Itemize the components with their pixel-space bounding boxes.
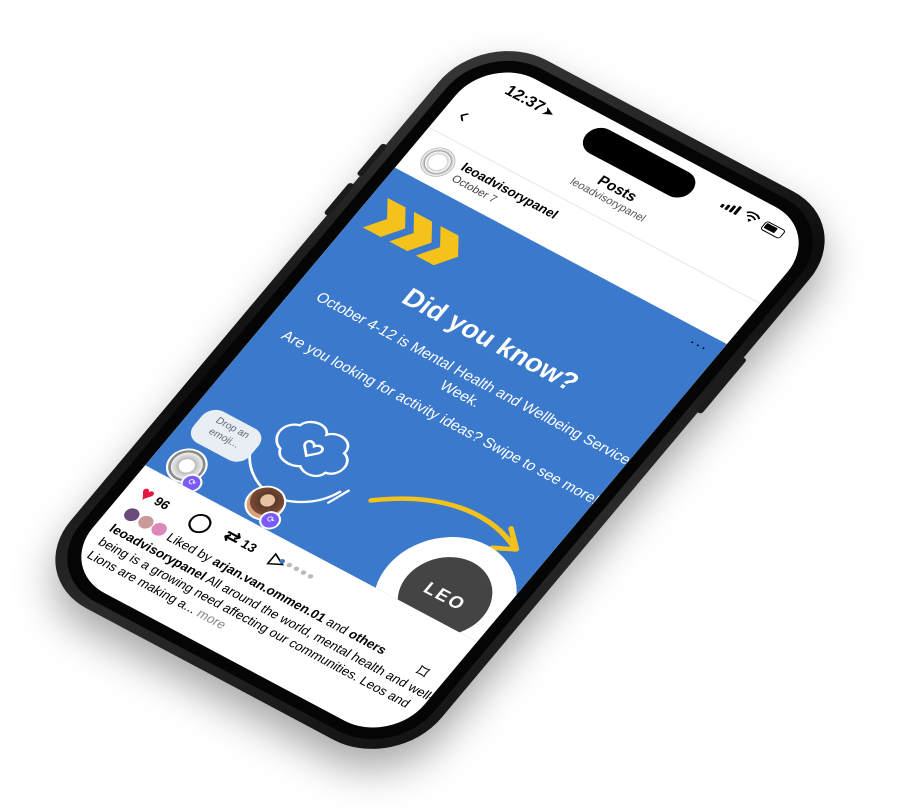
more-options-icon[interactable]: ··· <box>684 334 712 357</box>
status-time: 12:37➤ <box>500 83 559 122</box>
signal-icon <box>719 199 743 216</box>
repost-button[interactable]: ⇄ 13 <box>219 525 262 557</box>
phone: 12:37➤ ‹ Posts leoadvisorypanel leoadvis… <box>24 27 856 773</box>
time-text: 12:37 <box>500 82 549 116</box>
likes-count: 96 <box>151 493 174 513</box>
battery-icon <box>759 220 787 239</box>
wifi-icon <box>746 211 761 222</box>
reposts-count: 13 <box>237 536 261 556</box>
chevron-graphic <box>363 198 467 270</box>
stage: 12:37➤ ‹ Posts leoadvisorypanel leoadvis… <box>0 0 907 809</box>
comment-icon[interactable]: ◯ <box>183 507 219 537</box>
carousel-indicator <box>278 558 315 580</box>
